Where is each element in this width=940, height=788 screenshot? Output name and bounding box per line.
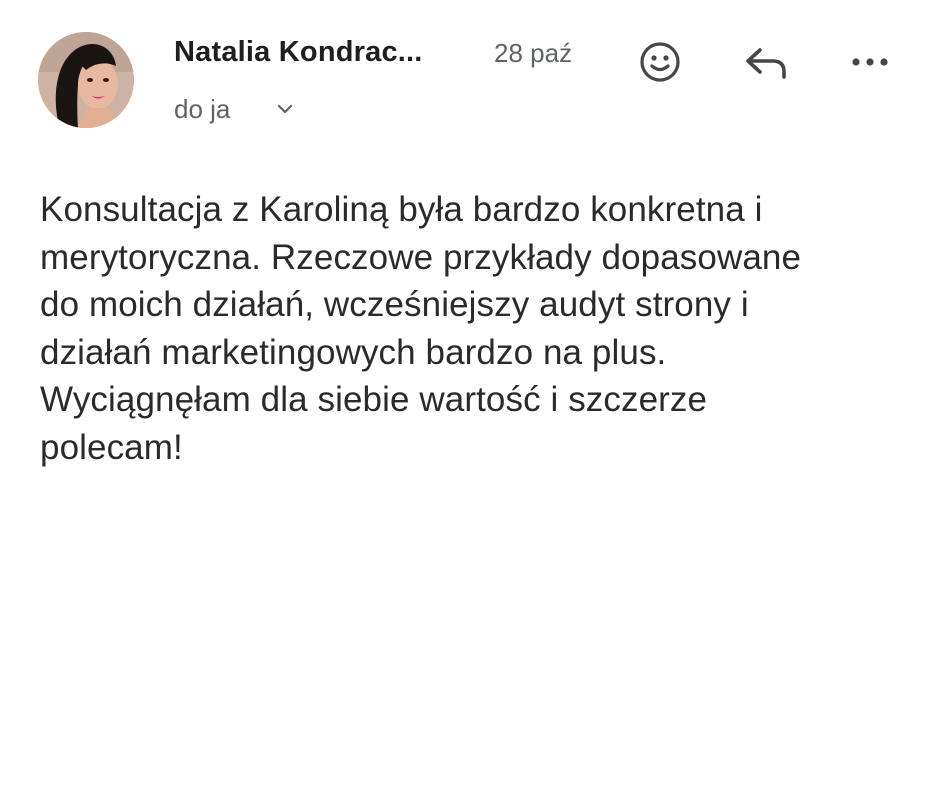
- emoji-smile-icon: [640, 42, 680, 82]
- reply-arrow-icon: [746, 48, 786, 79]
- message-header: Natalia Kondrac... 28 paź do ja: [0, 0, 940, 150]
- recipient-line[interactable]: do ja: [174, 94, 230, 125]
- message-date: 28 paź: [494, 38, 573, 68]
- message-body: Konsultacja z Karoliną była bardzo konkr…: [40, 190, 802, 467]
- avatar-photo: [38, 32, 134, 128]
- reply-button[interactable]: [742, 38, 790, 86]
- chevron-down-icon[interactable]: [274, 98, 296, 120]
- more-horizontal-icon: [852, 58, 888, 66]
- more-options-button[interactable]: [846, 38, 894, 86]
- add-reaction-button[interactable]: [636, 38, 684, 86]
- sender-name[interactable]: Natalia Kondrac...: [174, 36, 423, 69]
- sender-avatar[interactable]: [38, 32, 134, 128]
